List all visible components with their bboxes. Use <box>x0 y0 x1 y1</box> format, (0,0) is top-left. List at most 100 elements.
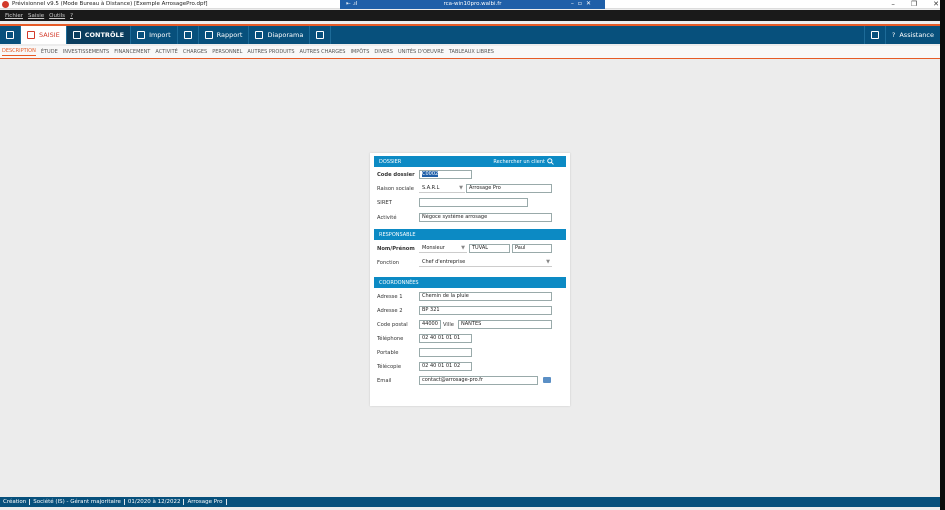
adresse1-input[interactable]: Chemin de la pluie <box>419 292 552 301</box>
remote-host: rca-win10pro.walbi.fr <box>443 1 502 7</box>
tab-charges[interactable]: CHARGES <box>183 49 207 55</box>
import-button[interactable]: Import <box>131 26 178 44</box>
close-icon[interactable]: ✕ <box>933 0 939 8</box>
saisie-label: SAISIE <box>39 31 60 39</box>
controle-button[interactable]: CONTRÔLE <box>66 26 132 44</box>
tab-unites-oeuvre[interactable]: UNITÉS D'OEUVRE <box>398 49 444 55</box>
dossier-form: DOSSIER Rechercher un client Code dossie… <box>370 153 570 406</box>
tab-investissements[interactable]: INVESTISSEMENTS <box>63 49 109 55</box>
siret-input[interactable] <box>419 198 528 207</box>
rapport-button[interactable]: Rapport <box>199 26 250 44</box>
tab-autres-charges[interactable]: AUTRES CHARGES <box>300 49 346 55</box>
code-postal-input[interactable]: 44000 <box>419 320 441 329</box>
telecopie-label: Télécopie <box>377 364 402 370</box>
window-titlebar: Prévisionnel v9.5 (Mode Bureau à Distanc… <box>0 0 945 9</box>
tab-impots[interactable]: IMPÔTS <box>350 49 369 55</box>
controle-label: CONTRÔLE <box>84 31 125 39</box>
adresse1-label: Adresse 1 <box>377 294 403 300</box>
tab-etude[interactable]: ÉTUDE <box>41 49 58 55</box>
window-controls: – ❐ ✕ <box>891 0 939 8</box>
chevron-down-icon: ▼ <box>459 185 463 191</box>
menu-fichier[interactable]: Fichier <box>5 13 23 19</box>
tab-activite[interactable]: ACTIVITÉ <box>155 49 177 55</box>
fonction-label: Fonction <box>377 260 400 266</box>
send-email-icon[interactable] <box>543 377 551 383</box>
menu-saisie[interactable]: Saisie <box>28 13 44 19</box>
section-header-responsable: RESPONSABLE <box>374 229 566 240</box>
play-icon <box>316 31 325 39</box>
civilite-select[interactable]: Monsieur ▼ <box>419 244 467 253</box>
status-mode: Création <box>3 499 31 505</box>
minimize-icon[interactable]: – <box>891 0 895 8</box>
activite-label: Activité <box>377 215 397 221</box>
adresse2-input[interactable]: BP 321 <box>419 306 552 315</box>
checklist-icon <box>72 31 81 39</box>
diaporama-label: Diaporama <box>267 31 304 39</box>
rapport-label: Rapport <box>216 31 243 39</box>
email-input[interactable]: contact@arrosage-pro.fr <box>419 376 538 385</box>
import-label: Import <box>149 31 171 39</box>
section-title-dossier: DOSSIER <box>379 158 402 165</box>
ville-input[interactable]: NANTES <box>458 320 552 329</box>
fonction-value: Chef d'entreprise <box>422 259 466 265</box>
telephone-input[interactable]: 02 40 01 01 01 <box>419 334 472 343</box>
raison-sociale-input[interactable]: Arrosage Pro <box>466 184 552 193</box>
activite-input[interactable]: Négoce système arrosage <box>419 213 552 222</box>
assistance-label: Assistance <box>899 31 934 39</box>
raison-sociale-label: Raison sociale <box>377 186 414 192</box>
code-postal-label: Code postal <box>377 322 408 328</box>
tab-financement[interactable]: FINANCEMENT <box>114 49 150 55</box>
prenom-input[interactable]: Paul <box>512 244 552 253</box>
remote-desktop-bar[interactable]: ⇤ .ıl rca-win10pro.walbi.fr –▫✕ <box>340 0 605 9</box>
siret-label: SIRET <box>377 200 392 206</box>
tab-description[interactable]: DESCRIPTION <box>2 48 36 56</box>
status-company-type: Société (IS) - Gérant majoritaire <box>33 499 125 505</box>
assistance-button[interactable]: ? Assistance <box>884 26 940 44</box>
window-title: Prévisionnel v9.5 (Mode Bureau à Distanc… <box>12 1 208 7</box>
chevron-down-icon: ▼ <box>546 259 550 265</box>
ville-label: Ville <box>443 322 454 328</box>
status-period: 01/2020 à 12/2022 <box>128 499 185 505</box>
remote-window-controls[interactable]: –▫✕ <box>571 0 595 7</box>
tab-tableaux-libres[interactable]: TABLEAUX LIBRES <box>449 49 494 55</box>
chevron-down-icon: ▼ <box>461 245 465 251</box>
tab-autres-produits[interactable]: AUTRES PRODUITS <box>247 49 294 55</box>
clipboard-icon <box>183 31 192 39</box>
portable-label: Portable <box>377 350 399 356</box>
code-dossier-label: Code dossier <box>377 172 415 178</box>
status-file-name: Arrosage Pro <box>187 499 227 505</box>
nom-input[interactable]: TUVAL <box>469 244 510 253</box>
fonction-select[interactable]: Chef d'entreprise ▼ <box>419 258 552 267</box>
code-dossier-input[interactable]: C0002 <box>419 170 472 179</box>
menu-outils[interactable]: Outils <box>49 13 65 19</box>
clipboard-button[interactable] <box>178 26 199 44</box>
search-client-label: Rechercher un client <box>493 158 545 165</box>
app-logo-icon <box>2 1 9 8</box>
search-client-link[interactable]: Rechercher un client <box>493 158 554 165</box>
help-icon: ? <box>891 31 896 39</box>
play-button[interactable] <box>310 26 332 44</box>
maximize-icon[interactable]: ❐ <box>911 0 917 8</box>
civilite-value: Monsieur <box>422 245 445 251</box>
adresse2-label: Adresse 2 <box>377 308 403 314</box>
main-toolbar: SAISIE CONTRÔLE Import Rapport Diaporama… <box>0 24 940 44</box>
portable-input[interactable] <box>419 348 472 357</box>
diaporama-button[interactable]: Diaporama <box>249 26 311 44</box>
section-header-coordonnees: COORDONNÉES <box>374 277 566 288</box>
tab-personnel[interactable]: PERSONNEL <box>212 49 242 55</box>
nom-prenom-label: Nom/Prénom <box>377 246 415 252</box>
tab-divers[interactable]: DIVERS <box>374 49 393 55</box>
section-tabs: DESCRIPTION ÉTUDE INVESTISSEMENTS FINANC… <box>0 46 940 59</box>
saisie-button[interactable]: SAISIE <box>21 26 67 44</box>
save-button[interactable] <box>0 26 21 44</box>
section-title-coordonnees: COORDONNÉES <box>379 279 419 286</box>
status-bar: Création Société (IS) - Gérant majoritai… <box>0 497 940 507</box>
import-icon <box>137 31 146 39</box>
menu-help[interactable]: ? <box>70 13 73 19</box>
edit-icon <box>870 31 879 39</box>
edit-button[interactable] <box>863 26 885 44</box>
raison-type-select[interactable]: S.A.R.L ▼ <box>419 184 465 193</box>
email-label: Email <box>377 378 392 384</box>
telecopie-input[interactable]: 02 40 01 01 02 <box>419 362 472 371</box>
